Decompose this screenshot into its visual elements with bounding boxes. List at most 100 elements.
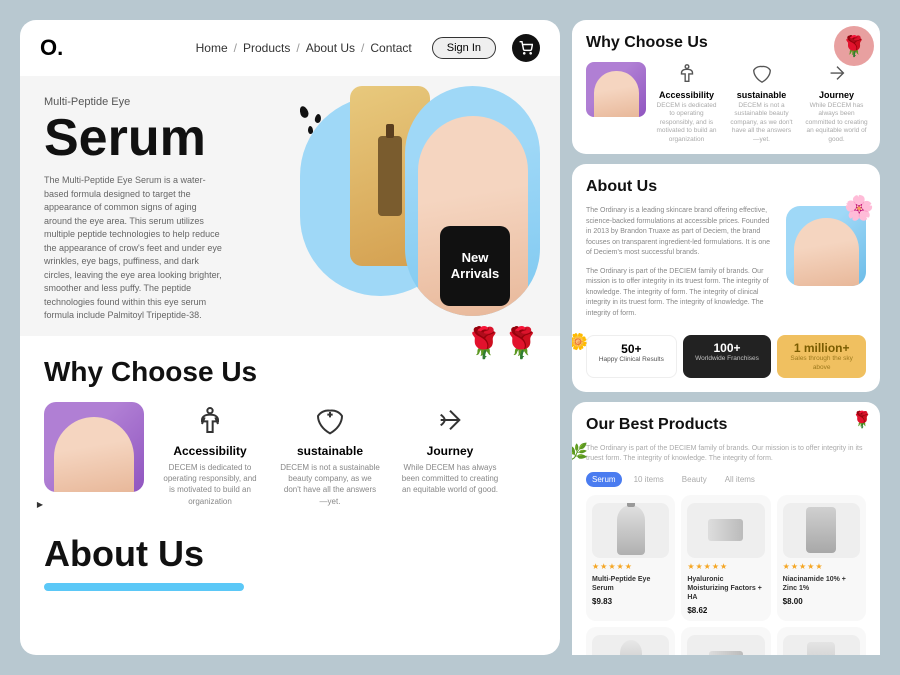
r-product-img-5 [687, 635, 764, 655]
r-filter-tabs: Serum 10 items Beauty All items [586, 472, 866, 487]
r-rose-decoration: 🌹 [834, 26, 874, 66]
r-product-img-3 [783, 503, 860, 558]
r-journey-icon [825, 62, 849, 86]
nav-products[interactable]: Products [243, 41, 290, 55]
nav-home[interactable]: Home [196, 41, 228, 55]
nav-about[interactable]: About Us [306, 41, 355, 55]
why-item-sustainable-desc: DECEM is not a sustainable beauty compan… [280, 462, 380, 507]
r-why-title: Why Choose Us [586, 34, 866, 52]
left-panel: O. Home / Products / About Us / Contact … [20, 20, 560, 655]
r-products-desc: The Ordinary is part of the DECIEM famil… [586, 444, 866, 464]
r-product-name-1: Multi-Peptide Eye Serum [592, 575, 669, 593]
r-why-items: Accessibility DECEM is dedicated to oper… [654, 62, 869, 144]
r-product-stars-1: ★★★★★ [592, 562, 669, 571]
r-flower-decoration: 🌼 [572, 332, 588, 352]
cart-icon[interactable] [512, 34, 540, 62]
roses-decoration: 🌹🌹 [465, 326, 540, 361]
why-item-accessibility-desc: DECEM is dedicated to operating responsi… [160, 462, 260, 507]
r-stat-million-num: 1 million+ [785, 341, 858, 355]
r-product-price-2: $8.62 [687, 606, 764, 615]
signin-button[interactable]: Sign In [432, 37, 496, 59]
r-why-grid: Accessibility DECEM is dedicated to oper… [586, 62, 866, 144]
r-stat-50-num: 50+ [595, 342, 668, 356]
why-item-journey: Journey While DECEM has always been comm… [400, 402, 500, 507]
r-sustainable-desc: DECEM is not a sustainable beauty compan… [729, 102, 794, 144]
r-leaf-decoration: 🌿 [572, 442, 588, 462]
r-about-desc2: The Ordinary is part of the DECIEM famil… [586, 267, 776, 320]
why-item-sustainable-title: sustainable [280, 444, 380, 458]
r-stat-million-label: Sales through the sky above [785, 355, 858, 372]
r-stat-100-label: Worldwide Franchises [691, 355, 764, 363]
journey-icon [432, 402, 468, 438]
nav-links: Home / Products / About Us / Contact [196, 41, 412, 55]
r-stat-million: 1 million+ Sales through the sky above [777, 335, 866, 378]
about-us-preview: About Us [20, 523, 560, 591]
nav-contact[interactable]: Contact [370, 41, 411, 55]
why-choose-us-grid: ▶ Accessibility DECEM is dedicated to op… [44, 402, 536, 507]
why-item-journey-title: Journey [400, 444, 500, 458]
r-products-grid: ★★★★★ Multi-Peptide Eye Serum $9.83 ★★★★… [586, 495, 866, 655]
nav-sep-1: / [234, 41, 237, 55]
r-product-stars-2: ★★★★★ [687, 562, 764, 571]
r-product-card-1[interactable]: ★★★★★ Multi-Peptide Eye Serum $9.83 [586, 495, 675, 621]
accessibility-icon [192, 402, 228, 438]
r-accessibility-title: Accessibility [654, 90, 719, 100]
r-journey-desc: While DECEM has always been committed to… [804, 102, 869, 144]
r-products-title: Our Best Products [586, 416, 866, 434]
r-about-title: About Us [586, 178, 866, 196]
r-product-card-3[interactable]: ★★★★★ Niacinamide 10% + Zinc 1% $8.00 [777, 495, 866, 621]
why-item-accessibility: Accessibility DECEM is dedicated to oper… [160, 402, 260, 507]
about-us-title: About Us [44, 533, 536, 575]
r-filter-tab-beauty[interactable]: Beauty [676, 472, 713, 487]
r-about-desc1: The Ordinary is a leading skincare brand… [586, 206, 776, 259]
r-filter-tab-serum[interactable]: Serum [586, 472, 622, 487]
new-arrivals-tag: New Arrivals [440, 226, 510, 306]
r-product-card-2[interactable]: ★★★★★ Hyaluronic Moisturizing Factors + … [681, 495, 770, 621]
r-stat-100: 100+ Worldwide Franchises [683, 335, 772, 378]
r-product-card-6[interactable]: O ★★★★★ Squalane Cleanser $8.00 [777, 627, 866, 655]
r-journey-title: Journey [804, 90, 869, 100]
r-about-text: The Ordinary is a leading skincare brand… [586, 206, 776, 327]
hero-subtitle: Multi-Peptide Eye [44, 96, 224, 108]
r-stat-100-num: 100+ [691, 341, 764, 355]
r-product-img-1 [592, 503, 669, 558]
r-filter-tab-10items[interactable]: 10 items [628, 472, 670, 487]
r-accessibility-icon [675, 62, 699, 86]
r-why-item-accessibility: Accessibility DECEM is dedicated to oper… [654, 62, 719, 144]
nav-sep-3: / [361, 41, 364, 55]
brand-logo: O. [40, 35, 63, 61]
why-items: Accessibility DECEM is dedicated to oper… [160, 402, 500, 507]
r-why-section: 🌹 Why Choose Us Accessibility DECEM is d… [572, 20, 880, 154]
r-product-img-2 [687, 503, 764, 558]
r-product-name-2: Hyaluronic Moisturizing Factors + HA [687, 575, 764, 602]
r-daisy-decoration: 🌸 [844, 194, 874, 223]
why-choose-us-section: 🌹🌹 Why Choose Us ▶ Accessibility DECEM i… [20, 336, 560, 523]
r-rose2-decoration: 🌹 [852, 410, 872, 430]
r-stat-50: 50+ Happy Clinical Results [586, 335, 677, 378]
r-why-item-sustainable: sustainable DECEM is not a sustainable b… [729, 62, 794, 144]
r-accessibility-desc: DECEM is dedicated to operating responsi… [654, 102, 719, 144]
r-stats: 50+ Happy Clinical Results 100+ Worldwid… [586, 335, 866, 378]
why-item-journey-desc: While DECEM has always been committed to… [400, 462, 500, 496]
r-product-price-3: $8.00 [783, 597, 860, 606]
r-about-section: 🌸 🌼 About Us The Ordinary is a leading s… [572, 164, 880, 392]
r-why-item-journey: Journey While DECEM has always been comm… [804, 62, 869, 144]
hero-title: Serum [44, 112, 224, 164]
why-image [44, 402, 144, 492]
sustainable-icon [312, 402, 348, 438]
r-about-grid: The Ordinary is a leading skincare brand… [586, 206, 866, 327]
r-why-image [586, 62, 646, 117]
r-product-price-1: $9.83 [592, 597, 669, 606]
play-button[interactable]: ▶ [30, 495, 50, 515]
r-product-card-4[interactable]: ★★★★★ Multi-Peptide + HA Serum $9.51 [586, 627, 675, 655]
r-products-section: 🌹 🌿 Our Best Products The Ordinary is pa… [572, 402, 880, 655]
r-filter-tab-all[interactable]: All items [719, 472, 761, 487]
r-stat-50-label: Happy Clinical Results [595, 356, 668, 364]
r-product-img-4 [592, 635, 669, 655]
r-product-card-5[interactable]: ★★★★★ Glycolic Acid 7% Exfoliating Toner… [681, 627, 770, 655]
why-item-sustainable: sustainable DECEM is not a sustainable b… [280, 402, 380, 507]
right-panel: 🌹 Why Choose Us Accessibility DECEM is d… [572, 20, 880, 655]
r-sustainable-title: sustainable [729, 90, 794, 100]
navbar: O. Home / Products / About Us / Contact … [20, 20, 560, 76]
why-choose-us-title: Why Choose Us [44, 356, 536, 388]
